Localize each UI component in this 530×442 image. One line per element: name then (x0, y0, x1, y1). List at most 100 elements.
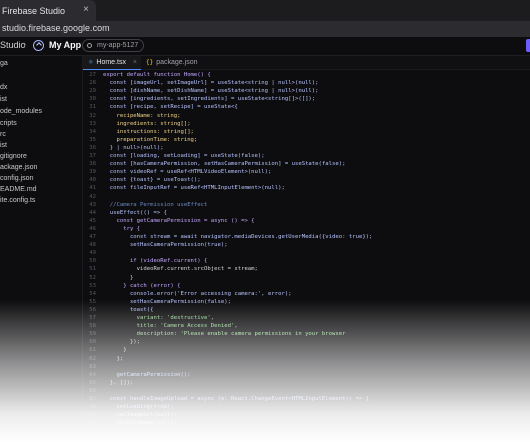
code-line: 31 const [recipe, setRecipe] = useState<… (83, 103, 530, 111)
code-text: title: 'Camera Access Denied', (103, 323, 238, 330)
code-line: 63 (83, 363, 530, 371)
line-number: 67 (89, 396, 96, 402)
line-number: 52 (89, 274, 96, 281)
panel-toggle-button[interactable] (526, 39, 530, 52)
browser-tab-title: Firebase Studio (2, 5, 66, 16)
workspace-icon (87, 43, 92, 48)
address-bar[interactable]: studio.firebase.google.com (0, 21, 530, 37)
close-icon[interactable]: × (133, 56, 137, 69)
line-number: 47 (89, 234, 96, 240)
code-line: 60 }); (83, 338, 530, 346)
code-line: 52 } (83, 274, 530, 282)
file-tree-item[interactable]: dx (0, 84, 7, 95)
code-text: const [loading, setLoading] = useState(f… (103, 153, 265, 159)
code-line: 61 } (83, 346, 530, 354)
code-text: description: 'Please enable camera permi… (103, 331, 346, 338)
code-text: } catch (error) { (103, 282, 181, 289)
code-line: 62 }; (83, 355, 530, 363)
line-number: 69 (89, 412, 96, 419)
file-tree-item[interactable]: cripts (0, 120, 17, 131)
workspace-chip-label: my-app-5127 (97, 42, 139, 49)
app-name[interactable]: My App (49, 40, 81, 50)
file-tree-item[interactable]: config.json (0, 175, 33, 186)
code-line: 47 const stream = await navigator.mediaD… (83, 233, 530, 241)
workspace-chip[interactable]: my-app-5127 (82, 39, 145, 52)
code-line: 44 useEffect(() => { (83, 209, 530, 217)
code-line: 46 try { (83, 225, 530, 233)
code-text: const videoRef = useRef<HTMLVideoElement… (103, 169, 272, 176)
file-tree-item[interactable]: ist (0, 142, 7, 153)
browser-tab-strip: Firebase Studio × (0, 0, 530, 21)
line-number: 45 (89, 217, 96, 224)
code-line: 27 export default function Home() { (83, 71, 530, 79)
file-tree-item[interactable]: ode_modules (0, 108, 42, 119)
code-line: 67 const handleImageUpload = async (e: R… (83, 395, 530, 403)
code-text: instructions: string[]; (103, 128, 194, 135)
line-number: 42 (89, 193, 96, 200)
studio-link[interactable]: Studio (0, 40, 26, 50)
file-tree-item[interactable]: gitignore (0, 153, 27, 164)
code-line: 66 (83, 387, 530, 395)
code-line: 42 (83, 193, 530, 201)
line-number: 61 (89, 347, 96, 354)
code-text: setHasCameraPermission(false); (103, 298, 231, 305)
code-line: 32 recipeName: string; (83, 112, 530, 120)
code-line: 57 variant: 'destructive', (83, 314, 530, 322)
code-line: 39 const videoRef = useRef<HTMLVideoElem… (83, 168, 530, 176)
code-text: const [dishName, setDishName] = useState… (103, 88, 319, 95)
line-number: 64 (89, 371, 96, 378)
code-text: preparationTime: string; (103, 136, 198, 143)
code-text: } (103, 347, 127, 354)
code-line: 54 console.error('Error accessing camera… (83, 290, 530, 298)
file-tree-item[interactable]: ga (0, 60, 8, 71)
line-number: 32 (89, 112, 96, 119)
code-text: useEffect(() => { (103, 209, 167, 216)
code-text: setImageUrl(null); (103, 412, 178, 419)
code-editor[interactable]: 27 export default function Home() {28 con… (83, 70, 530, 442)
line-number: 48 (89, 242, 96, 249)
code-line: 56 toast({ (83, 306, 530, 314)
code-text: console.error('Error accessing camera:',… (103, 290, 292, 297)
line-number: 62 (89, 355, 96, 362)
line-number: 46 (89, 225, 96, 232)
code-text: videoRef.current.srcObject = stream; (103, 266, 258, 273)
line-number: 27 (89, 72, 96, 78)
line-number: 51 (89, 266, 96, 273)
code-line: 51 videoRef.current.srcObject = stream; (83, 265, 530, 273)
line-number: 66 (89, 387, 96, 394)
code-text: }); (103, 339, 141, 346)
close-icon[interactable]: × (83, 4, 89, 15)
file-tree-item[interactable]: ite.config.ts (0, 197, 35, 208)
line-number: 34 (89, 128, 96, 135)
line-number: 41 (89, 185, 96, 192)
file-tree-item[interactable]: EADME.md (0, 186, 37, 197)
code-text: const stream = await navigator.mediaDevi… (103, 234, 373, 240)
code-text: } (103, 274, 134, 281)
code-line: 33 ingredients: string[]; (83, 120, 530, 128)
code-line: 35 preparationTime: string; (83, 136, 530, 144)
browser-tab[interactable]: Firebase Studio × (0, 0, 96, 21)
code-line: 37 const [loading, setLoading] = useStat… (83, 152, 530, 160)
code-text: const [imageUrl, setImageUrl] = useState… (103, 80, 319, 87)
line-number: 35 (89, 136, 96, 143)
code-line: 70 setDishName(null); (83, 419, 530, 427)
line-number: 65 (89, 379, 96, 386)
file-tree-item[interactable]: ackage.json (0, 164, 37, 175)
file-tree-item[interactable]: rc (0, 131, 6, 142)
code-line: 36 } | null>(null); (83, 144, 530, 152)
line-number: 29 (89, 88, 96, 95)
line-number: 33 (89, 120, 96, 127)
react-file-icon: ⚛ (88, 60, 94, 66)
app-header: Studio › My App my-app-5127 (0, 37, 530, 56)
tab-package-json[interactable]: {} package.json (141, 56, 201, 69)
code-line: 45 const getCameraPermission = async () … (83, 217, 530, 225)
editor-tabs: ⚛ Home.tsx × {} package.json (83, 56, 530, 70)
line-number: 38 (89, 161, 96, 168)
file-tree-item[interactable]: ist (0, 96, 7, 107)
line-number: 37 (89, 153, 96, 159)
chevron-right-icon: › (23, 39, 27, 50)
code-text: const getCameraPermission = async () => … (103, 217, 255, 224)
code-text: if (videoRef.current) { (103, 258, 208, 265)
line-number: 31 (89, 104, 96, 111)
tab-home-tsx[interactable]: ⚛ Home.tsx × (83, 56, 141, 70)
